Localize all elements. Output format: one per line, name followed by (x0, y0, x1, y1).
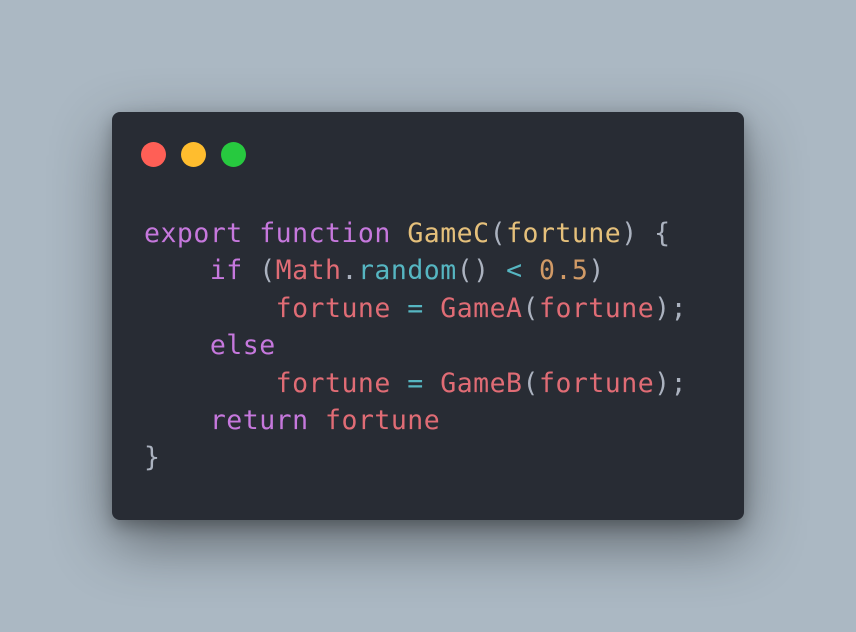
code-token-operator: < (506, 255, 523, 287)
code-window: export function GameC(fortune) { if (Mat… (112, 112, 744, 520)
code-token-variable: fortune (275, 367, 391, 399)
code-token-operator: = (407, 292, 424, 324)
close-button[interactable] (141, 142, 166, 167)
code-token-punctuation: ( (489, 218, 507, 249)
code-token-operator: = (407, 367, 424, 399)
code-token-punctuation (309, 405, 325, 436)
code-line: return fortune (144, 402, 687, 439)
code-token-variable: fortune (325, 404, 441, 436)
code-token-punctuation: ( (242, 255, 276, 287)
code-token-variable: GameB (440, 367, 523, 399)
code-token-punctuation: ); (654, 367, 688, 399)
code-line: } (144, 439, 687, 476)
code-block: export function GameC(fortune) { if (Mat… (144, 215, 687, 477)
code-token-punctuation: ); (654, 292, 688, 324)
maximize-button[interactable] (221, 142, 246, 167)
code-token-number: 0.5 (539, 255, 589, 287)
code-token-punctuation: () (456, 255, 507, 287)
code-token-function: fortune (506, 218, 622, 249)
code-line: fortune = GameB(fortune); (144, 365, 687, 402)
code-token-punctuation: ( (522, 367, 539, 399)
minimize-button[interactable] (181, 142, 206, 167)
code-token-variable: fortune (275, 292, 391, 324)
code-token-variable: Math (275, 255, 342, 287)
code-token-variable: fortune (538, 292, 655, 324)
code-token-punctuation (243, 218, 259, 249)
code-line: else (144, 327, 687, 364)
code-token-punctuation (391, 293, 407, 324)
code-token-keyword: return (209, 404, 309, 436)
code-token-keyword: if (209, 255, 243, 287)
code-token-punctuation: ) { (621, 218, 671, 249)
code-token-punctuation (391, 368, 407, 399)
code-line: fortune = GameA(fortune); (144, 290, 687, 327)
code-token-keyword: export (144, 218, 243, 249)
code-token-method: random (357, 255, 457, 287)
code-token-punctuation (424, 293, 440, 324)
code-token-keyword: else (209, 330, 276, 362)
code-token-punctuation: ( (522, 292, 539, 324)
code-token-punctuation (424, 368, 440, 399)
code-token-variable: fortune (538, 367, 655, 399)
code-token-variable: GameA (440, 292, 523, 324)
code-line: if (Math.random() < 0.5) (144, 252, 687, 289)
code-token-keyword: function (259, 218, 391, 249)
code-token-punctuation: } (144, 442, 161, 474)
code-line: export function GameC(fortune) { (144, 215, 687, 252)
code-token-punctuation: ) (588, 255, 605, 287)
code-token-punctuation (523, 255, 539, 286)
code-token-punctuation: . (341, 255, 358, 287)
code-token-function: GameC (407, 218, 490, 249)
code-token-punctuation (391, 218, 407, 249)
